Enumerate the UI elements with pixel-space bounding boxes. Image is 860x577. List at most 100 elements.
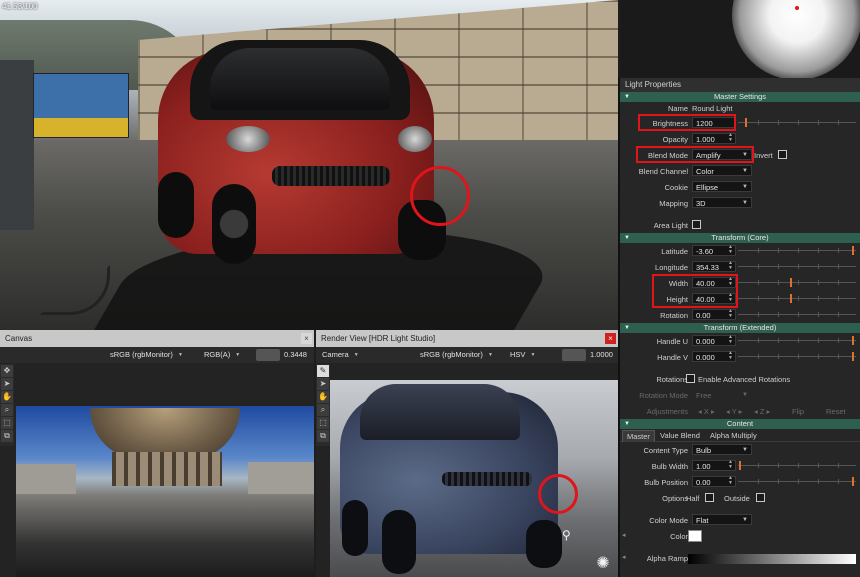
render-car-view[interactable]: ⚲ ✺ — [330, 380, 618, 577]
canvas-channel-select[interactable]: RGB(A) ▼ — [204, 349, 240, 361]
light-preview[interactable] — [620, 0, 860, 78]
width-slider[interactable] — [738, 278, 856, 287]
color-swatch[interactable] — [688, 530, 702, 542]
color-mode-label: Color Mode — [649, 516, 688, 525]
stepper-icon[interactable]: ▲ ▼ — [728, 133, 734, 144]
render-camera-select[interactable]: Camera ▼ — [322, 349, 359, 361]
adjust-y-button[interactable]: ◂ Y ▸ — [726, 407, 742, 416]
blend-channel-label: Blend Channel — [638, 167, 688, 176]
slider-knob[interactable] — [790, 278, 792, 287]
render-mode-select[interactable]: HSV ▼ — [510, 349, 535, 361]
tab-alpha-multiply[interactable]: Alpha Multiply — [706, 430, 761, 442]
slider-tick — [778, 120, 779, 125]
blend-channel-select[interactable]: Color ▼ — [692, 165, 752, 176]
move-icon[interactable]: ✥ — [1, 365, 13, 377]
adv-rotations-checkbox[interactable] — [686, 374, 695, 383]
slider-tick — [818, 354, 819, 359]
slider-knob[interactable] — [852, 352, 854, 361]
slider-tick — [818, 120, 819, 125]
color-mode-value: Flat — [696, 516, 709, 525]
stepper-icon[interactable]: ▲ ▼ — [728, 335, 734, 346]
select-arrow-icon[interactable]: ➤ — [317, 378, 329, 390]
half-label: Half — [686, 494, 700, 503]
outside-checkbox[interactable] — [756, 493, 765, 502]
chevron-down-icon: ▼ — [742, 168, 748, 174]
collapse-triangle-icon: ▼ — [624, 421, 630, 427]
latitude-label: Latitude — [661, 247, 688, 256]
cookie-select[interactable]: Ellipse ▼ — [692, 181, 752, 192]
latitude-slider[interactable] — [738, 246, 856, 255]
fit-icon[interactable]: ⧉ — [1, 430, 13, 442]
render-close-button[interactable]: × — [605, 333, 616, 344]
stepper-icon[interactable]: ▲ ▼ — [728, 460, 734, 471]
zoom-icon[interactable]: ⌕ — [317, 404, 329, 416]
slider-knob[interactable] — [852, 246, 854, 255]
slider-knob[interactable] — [739, 461, 741, 470]
bulb-width-slider[interactable] — [738, 461, 856, 470]
alpha-ramp-label: Alpha Ramp — [646, 554, 688, 563]
exposure-icon[interactable] — [562, 349, 586, 361]
stepper-icon[interactable]: ▲ ▼ — [728, 245, 734, 256]
marquee-icon[interactable]: ⬚ — [317, 417, 329, 429]
slider-tick — [778, 338, 779, 343]
section-content[interactable]: ▼ Content — [620, 419, 860, 429]
handle-u-slider[interactable] — [738, 336, 856, 345]
brightness-slider[interactable] — [738, 118, 856, 127]
exposure-icon[interactable] — [256, 349, 280, 361]
longitude-label: Longitude — [655, 263, 688, 272]
slider-knob[interactable] — [790, 294, 792, 303]
canvas-hdri-view[interactable] — [16, 406, 314, 577]
expand-arrow-icon[interactable]: ◂ — [622, 553, 630, 563]
render-camera-value: Camera — [322, 350, 349, 359]
chevron-down-icon: ▼ — [530, 352, 536, 358]
row-area-light: Area Light — [620, 217, 860, 233]
tab-master[interactable]: Master — [622, 430, 655, 442]
name-value[interactable]: Round Light — [692, 104, 732, 113]
expand-arrow-icon[interactable]: ◂ — [622, 531, 630, 541]
reset-button[interactable]: Reset — [826, 407, 846, 416]
slider-knob[interactable] — [852, 477, 854, 486]
paint-brush-icon[interactable]: ✎ — [317, 365, 329, 377]
color-mode-select[interactable]: Flat ▼ — [692, 514, 752, 525]
slider-knob[interactable] — [852, 336, 854, 345]
section-master-settings[interactable]: ▼ Master Settings — [620, 92, 860, 102]
adjust-z-button[interactable]: ◂ Z ▸ — [754, 407, 770, 416]
rotation-mode-select[interactable]: Free ▼ — [692, 389, 752, 400]
light-properties-panel: Light Properties ▼ Master Settings Name R… — [618, 78, 860, 577]
render-car-window — [360, 384, 520, 440]
stepper-icon[interactable]: ▲ ▼ — [728, 309, 734, 320]
area-light-checkbox[interactable] — [692, 220, 701, 229]
invert-checkbox[interactable] — [778, 150, 787, 159]
height-slider[interactable] — [738, 294, 856, 303]
zoom-icon[interactable]: ⌕ — [1, 404, 13, 416]
adjust-x-button[interactable]: ◂ X ▸ — [698, 407, 715, 416]
half-checkbox[interactable] — [705, 493, 714, 502]
flip-button[interactable]: Flip — [792, 407, 804, 416]
longitude-slider[interactable] — [738, 264, 856, 269]
stepper-icon[interactable]: ▲ ▼ — [728, 476, 734, 487]
bulb-position-slider[interactable] — [738, 477, 856, 486]
alpha-ramp-gradient[interactable] — [688, 554, 856, 564]
stepper-icon[interactable]: ▲ ▼ — [728, 261, 734, 272]
hand-icon[interactable]: ✋ — [1, 391, 13, 403]
section-transform-core[interactable]: ▼ Transform (Core) — [620, 233, 860, 243]
render-colorspace-select[interactable]: sRGB (rgbMonitor) ▼ — [420, 349, 493, 361]
content-type-select[interactable]: Bulb ▼ — [692, 444, 752, 455]
marquee-icon[interactable]: ⬚ — [1, 417, 13, 429]
stepper-icon[interactable]: ▲ ▼ — [728, 293, 734, 304]
light-placement-pin-icon[interactable]: ⚲ — [562, 528, 571, 542]
select-arrow-icon[interactable]: ➤ — [1, 378, 13, 390]
section-transform-extended[interactable]: ▼ Transform (Extended) — [620, 323, 860, 333]
tab-value-blend[interactable]: Value Blend — [656, 430, 704, 442]
canvas-close-button[interactable]: × — [301, 333, 312, 344]
mapping-select[interactable]: 3D ▼ — [692, 197, 752, 208]
mapping-value: 3D — [696, 199, 706, 208]
canvas-colorspace-select[interactable]: sRGB (rgbMonitor) ▼ — [110, 349, 183, 361]
light-bulb-icon[interactable]: ✺ — [592, 555, 614, 573]
hand-icon[interactable]: ✋ — [317, 391, 329, 403]
stepper-icon[interactable]: ▲ ▼ — [728, 351, 734, 362]
rotation-slider[interactable] — [738, 312, 856, 317]
slider-knob[interactable] — [745, 118, 747, 127]
handle-v-slider[interactable] — [738, 352, 856, 361]
fit-icon[interactable]: ⧉ — [317, 430, 329, 442]
